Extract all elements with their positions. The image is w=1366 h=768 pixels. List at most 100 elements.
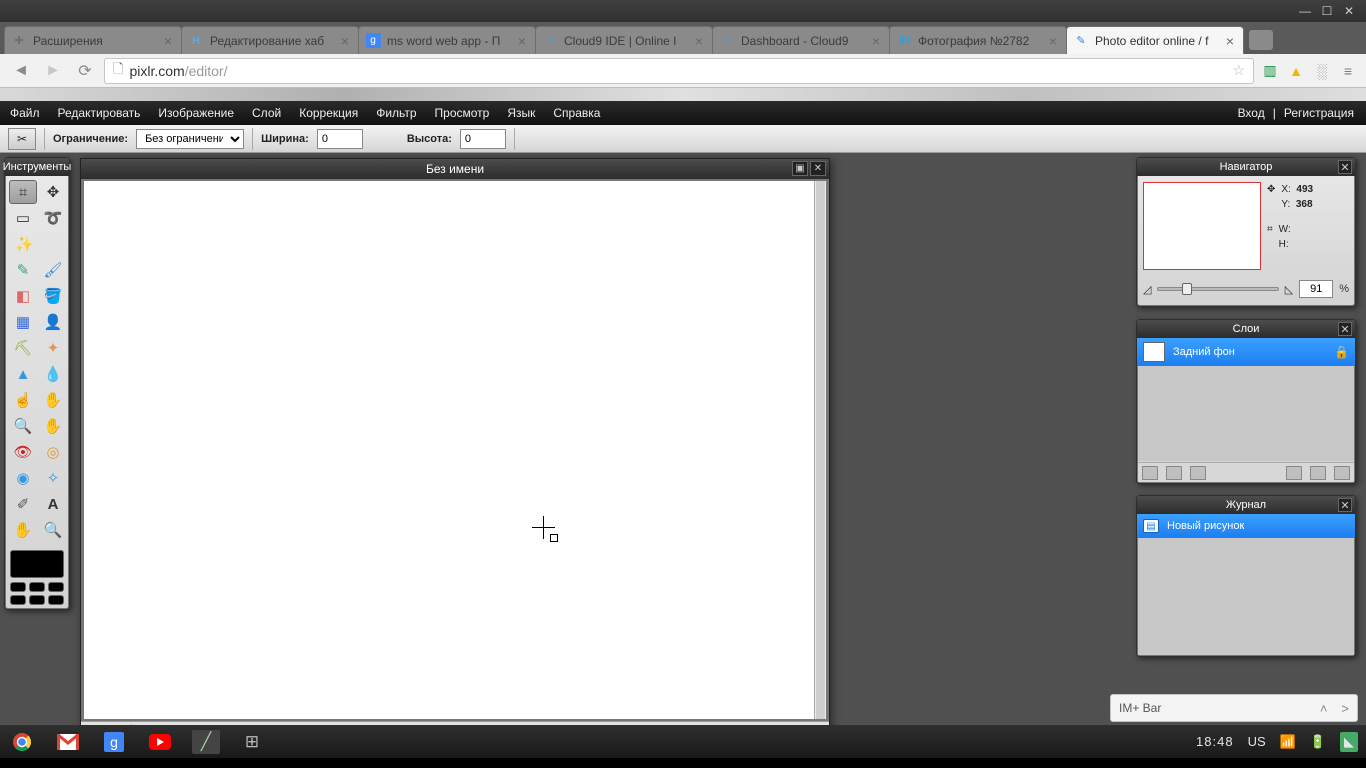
menu-file[interactable]: Файл bbox=[10, 106, 40, 120]
menu-image[interactable]: Изображение bbox=[158, 106, 234, 120]
constraint-select[interactable]: Без ограничения bbox=[136, 129, 244, 149]
back-button[interactable]: ◄ bbox=[8, 58, 34, 84]
move-tool[interactable]: ✥ bbox=[39, 180, 67, 204]
swatch[interactable] bbox=[10, 595, 26, 605]
type-tool[interactable]: A bbox=[39, 492, 67, 516]
spot-tool[interactable]: ◎ bbox=[39, 440, 67, 464]
burn-tool[interactable]: ✋ bbox=[39, 414, 67, 438]
gmail-icon[interactable] bbox=[54, 730, 82, 754]
window-close-icon[interactable]: ✕ bbox=[1338, 3, 1360, 19]
menu-language[interactable]: Язык bbox=[507, 106, 535, 120]
swatch[interactable] bbox=[29, 582, 45, 592]
crop-tool[interactable]: ⌗ bbox=[9, 180, 37, 204]
panel-title[interactable]: Навигатор✕ bbox=[1137, 158, 1355, 176]
menu-view[interactable]: Просмотр bbox=[435, 106, 490, 120]
browser-tab[interactable]: ✚Расширения× bbox=[4, 26, 182, 54]
doc-close-icon[interactable]: ✕ bbox=[810, 161, 826, 176]
menu-edit[interactable]: Редактировать bbox=[58, 106, 141, 120]
close-icon[interactable]: × bbox=[692, 34, 706, 48]
layer-more-icon[interactable] bbox=[1334, 466, 1350, 480]
bloat-tool[interactable]: ◉ bbox=[9, 466, 37, 490]
zoom-tool[interactable]: 🔍 bbox=[39, 518, 67, 542]
browser-tab-active[interactable]: ✎Photo editor online / f× bbox=[1066, 26, 1244, 54]
swatch[interactable] bbox=[48, 582, 64, 592]
replace-tool[interactable]: ✦ bbox=[39, 336, 67, 360]
reload-button[interactable]: ⟳ bbox=[72, 58, 98, 84]
system-menu-icon[interactable]: ◣ bbox=[1340, 732, 1358, 752]
eraser-tool[interactable]: ◧ bbox=[9, 284, 37, 308]
implus-bar[interactable]: IM+ Bar ˄ ˃ bbox=[1110, 694, 1358, 722]
bucket-tool[interactable]: 🪣 bbox=[39, 284, 67, 308]
lock-icon[interactable]: 🔒 bbox=[1334, 345, 1349, 359]
foreground-color[interactable] bbox=[10, 550, 64, 578]
vertical-scrollbar[interactable] bbox=[814, 181, 826, 719]
pinch-tool[interactable]: ✧ bbox=[39, 466, 67, 490]
blur-tool[interactable]: 💧 bbox=[39, 362, 67, 386]
wand-tool[interactable]: ✨ bbox=[9, 232, 37, 256]
brush-tool[interactable]: 🖌 bbox=[39, 258, 67, 282]
gdrive-icon[interactable]: ▲ bbox=[1286, 61, 1306, 81]
login-link[interactable]: Вход bbox=[1238, 106, 1265, 120]
chrome-icon[interactable] bbox=[8, 730, 36, 754]
browser-tab[interactable]: iHФотография №2782× bbox=[889, 26, 1067, 54]
app-icon[interactable]: ╱ bbox=[192, 730, 220, 754]
panel-title[interactable]: Слои✕ bbox=[1137, 320, 1355, 338]
menu-adjust[interactable]: Коррекция bbox=[299, 106, 358, 120]
layer-mask-icon[interactable] bbox=[1166, 466, 1182, 480]
document-title-bar[interactable]: Без имени ▣ ✕ bbox=[81, 159, 829, 179]
extension-icon[interactable]: ░ bbox=[1312, 61, 1332, 81]
smudge-tool[interactable]: ☝ bbox=[9, 388, 37, 412]
battery-icon[interactable]: 🔋 bbox=[1310, 734, 1326, 750]
canvas[interactable] bbox=[84, 181, 814, 719]
slider-knob[interactable] bbox=[1182, 283, 1192, 295]
close-icon[interactable]: × bbox=[1046, 34, 1060, 48]
layer-fx-icon[interactable] bbox=[1190, 466, 1206, 480]
close-icon[interactable]: × bbox=[515, 34, 529, 48]
new-layer-icon[interactable] bbox=[1286, 466, 1302, 480]
chrome-menu-icon[interactable]: ≡ bbox=[1338, 61, 1358, 81]
navigator-thumbnail[interactable] bbox=[1143, 182, 1261, 270]
browser-tab[interactable]: HРедактирование хаб× bbox=[181, 26, 359, 54]
stamp-tool[interactable]: ⛏ bbox=[9, 336, 37, 360]
pencil-tool[interactable]: ✎ bbox=[9, 258, 37, 282]
clone-tool[interactable]: 👤 bbox=[39, 310, 67, 334]
draw-tool[interactable]: ▲ bbox=[9, 362, 37, 386]
menu-help[interactable]: Справка bbox=[553, 106, 600, 120]
close-icon[interactable]: × bbox=[161, 34, 175, 48]
width-input[interactable] bbox=[317, 129, 363, 149]
close-icon[interactable]: × bbox=[1223, 34, 1237, 48]
delete-layer-icon[interactable] bbox=[1310, 466, 1326, 480]
gradient-tool[interactable]: ▦ bbox=[9, 310, 37, 334]
apps-grid-icon[interactable]: ⊞ bbox=[238, 730, 266, 754]
bookmark-icon[interactable]: ☆ bbox=[1232, 62, 1245, 79]
youtube-icon[interactable] bbox=[146, 730, 174, 754]
zoom-in-icon[interactable]: ◺ bbox=[1285, 283, 1293, 296]
extension-icon[interactable]: ▥ bbox=[1260, 61, 1280, 81]
register-link[interactable]: Регистрация bbox=[1284, 106, 1354, 120]
height-input[interactable] bbox=[460, 129, 506, 149]
menu-filter[interactable]: Фильтр bbox=[376, 106, 416, 120]
new-tab-button[interactable] bbox=[1249, 30, 1273, 50]
browser-tab[interactable]: ◔Dashboard - Cloud9× bbox=[712, 26, 890, 54]
layer-settings-icon[interactable] bbox=[1142, 466, 1158, 480]
redeye-tool[interactable]: 👁 bbox=[9, 440, 37, 464]
swatch[interactable] bbox=[29, 595, 45, 605]
sponge-tool[interactable]: ✋ bbox=[39, 388, 67, 412]
marquee-tool[interactable]: ▭ bbox=[9, 206, 37, 230]
browser-tab[interactable]: gms word web app - П× bbox=[358, 26, 536, 54]
panel-title[interactable]: Инструменты bbox=[5, 158, 69, 176]
forward-button[interactable]: ► bbox=[40, 58, 66, 84]
chevron-right-icon[interactable]: ˃ bbox=[1341, 701, 1349, 716]
window-maximize-icon[interactable]: ☐ bbox=[1316, 3, 1338, 19]
zoom-slider[interactable] bbox=[1157, 287, 1278, 291]
chevron-up-icon[interactable]: ˄ bbox=[1320, 701, 1328, 716]
swatch[interactable] bbox=[10, 582, 26, 592]
scrollbar-thumb[interactable] bbox=[816, 181, 825, 719]
zoom-out-icon[interactable]: ◿ bbox=[1143, 283, 1151, 296]
doc-maximize-icon[interactable]: ▣ bbox=[792, 161, 808, 176]
close-icon[interactable]: × bbox=[869, 34, 883, 48]
panel-close-icon[interactable]: ✕ bbox=[1338, 322, 1352, 336]
close-icon[interactable]: × bbox=[338, 34, 352, 48]
window-minimize-icon[interactable]: — bbox=[1294, 3, 1316, 19]
layer-row[interactable]: Задний фон 🔒 bbox=[1137, 338, 1355, 366]
